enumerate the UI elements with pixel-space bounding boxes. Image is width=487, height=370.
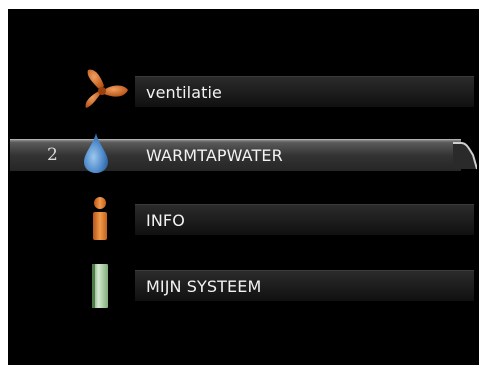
menu-screen: ventilatie 2 WARMTAPWATER INFO MIJN SYST… — [8, 9, 479, 365]
selection-tail-icon — [453, 142, 477, 170]
menu-item-ventilatie[interactable]: ventilatie — [8, 69, 479, 112]
menu-item-info[interactable]: INFO — [8, 197, 479, 240]
info-icon — [93, 197, 107, 240]
menu-item-label: INFO — [146, 211, 185, 230]
system-unit-icon — [92, 264, 108, 308]
fan-icon — [85, 69, 128, 108]
menu-item-label: WARMTAPWATER — [146, 146, 283, 165]
menu-item-label: MIJN SYSTEEM — [146, 277, 262, 296]
menu-item-warmtapwater[interactable]: 2 WARMTAPWATER — [8, 133, 479, 175]
menu-item-bar — [135, 204, 474, 235]
water-drop-icon — [84, 133, 108, 173]
menu-item-number: 2 — [47, 145, 58, 165]
menu-item-mijn-systeem[interactable]: MIJN SYSTEEM — [8, 264, 479, 308]
menu-item-label: ventilatie — [146, 83, 222, 102]
